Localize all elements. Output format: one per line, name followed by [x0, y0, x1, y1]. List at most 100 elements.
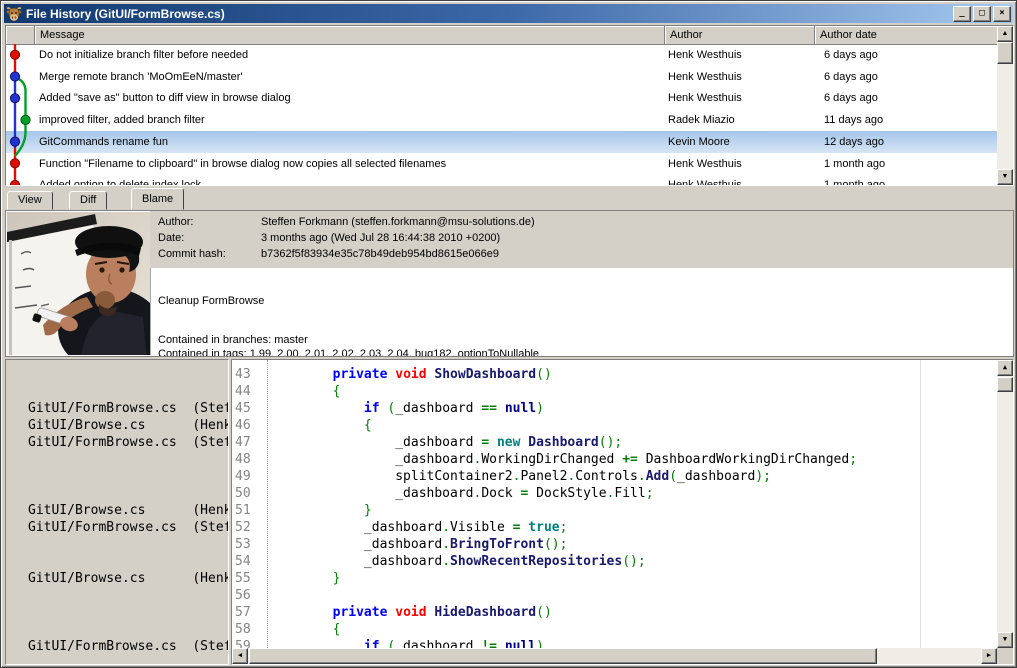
commit-message: Do not initialize branch filter before n…: [39, 44, 647, 66]
commit-message: Merge remote branch 'MoOmEeN/master': [39, 66, 647, 88]
list-header: Message Author Author date: [6, 26, 997, 45]
author-label: Author:: [158, 216, 261, 228]
code-hscroll-thumb[interactable]: [249, 648, 877, 664]
commit-date: 6 days ago: [824, 66, 984, 88]
line-number: 52: [235, 519, 265, 536]
blame-commit-row[interactable]: GitUI/FormBrowse.cs (Stef: [28, 638, 229, 655]
line-number: 45: [235, 400, 265, 417]
right-margin-guide: [920, 360, 921, 648]
column-header-message[interactable]: Message: [35, 26, 665, 44]
code-vscroll-thumb[interactable]: [997, 377, 1013, 392]
blame-commit-row[interactable]: GitUI/FormBrowse.cs (Stef: [28, 434, 229, 451]
hash-label: Commit hash:: [158, 248, 261, 260]
commit-row[interactable]: Function "Filename to clipboard" in brow…: [6, 153, 997, 175]
scroll-down-icon[interactable]: ▼: [997, 169, 1013, 185]
blue-commit-dot-icon: [10, 137, 19, 146]
commit-message: Added option to delete index.lock: [39, 174, 647, 185]
blame-commit-row[interactable]: GitUI/Browse.cs (Henk: [28, 417, 229, 434]
blue-commit-dot-icon: [10, 72, 19, 81]
date-value: 3 months ago (Wed Jul 28 16:44:38 2010 +…: [261, 232, 500, 244]
commit-date: 1 month ago: [824, 153, 984, 175]
line-number: 47: [235, 434, 265, 451]
close-button[interactable]: ×: [993, 6, 1011, 22]
tab-diff[interactable]: Diff: [69, 191, 107, 210]
commit-row[interactable]: improved filter, added branch filterRade…: [6, 109, 997, 131]
contained-in-branches: Contained in branches: master: [158, 334, 308, 346]
commit-date: 1 month ago: [824, 174, 984, 185]
blame-commit-row[interactable]: GitUI/FormBrowse.cs (Stef: [28, 400, 229, 417]
tab-blame[interactable]: Blame: [131, 188, 184, 210]
line-number: 46: [235, 417, 265, 434]
commit-history-list: Message Author Author date Do not initia…: [5, 25, 1014, 186]
commit-date: 6 days ago: [824, 87, 984, 109]
hash-value: b7362f5f83934e35c78b49deb954bd8615e066e9: [261, 248, 499, 260]
commit-rows: Do not initialize branch filter before n…: [6, 44, 997, 185]
code-hscrollbar[interactable]: ◀ ▶: [232, 648, 997, 664]
commit-graph: [6, 44, 36, 186]
blame-commits-panel[interactable]: GitUI/FormBrowse.cs (StefGitUI/Browse.cs…: [5, 359, 229, 665]
scroll-up-icon[interactable]: ▲: [997, 26, 1013, 42]
minimize-button[interactable]: _: [953, 6, 971, 22]
commit-row[interactable]: GitCommands rename funKevin Moore12 days…: [6, 131, 997, 153]
scroll-down-icon[interactable]: ▼: [997, 632, 1013, 648]
line-number: 43: [235, 366, 265, 383]
red-commit-dot-icon: [10, 180, 19, 186]
blame-hash-row: Commit hash:b7362f5f83934e35c78b49deb954…: [158, 248, 499, 260]
code-line: 49 splitContainer2.Panel2.Controls.Add(_…: [232, 468, 997, 485]
red-commit-dot-icon: [10, 50, 19, 59]
blame-meta-band: Author:Steffen Forkmann (steffen.forkman…: [150, 211, 1013, 268]
file-history-window: File History (GitUI/FormBrowse.cs) _ □ ×…: [0, 0, 1017, 668]
column-header-author-date[interactable]: Author date: [815, 26, 999, 44]
scroll-up-icon[interactable]: ▲: [997, 360, 1013, 376]
line-number: 56: [235, 587, 265, 604]
commit-author: Henk Westhuis: [668, 153, 816, 175]
scroll-right-icon[interactable]: ▶: [981, 648, 997, 664]
column-header-author[interactable]: Author: [665, 26, 815, 44]
line-number: 58: [235, 621, 265, 638]
commit-list-vscrollbar[interactable]: ▲ ▼: [997, 26, 1013, 185]
line-number: 59: [235, 638, 265, 648]
code-line: 46 {: [232, 417, 997, 434]
line-number: 51: [235, 502, 265, 519]
titlebar[interactable]: File History (GitUI/FormBrowse.cs) _ □ ×: [4, 4, 1013, 23]
blame-info-panel: Author:Steffen Forkmann (steffen.forkman…: [5, 210, 1014, 357]
code-line: 51 }: [232, 502, 997, 519]
commit-row[interactable]: Added "save as" button to diff view in b…: [6, 87, 997, 109]
tab-strip: View Diff Blame: [5, 188, 1014, 210]
column-header-graph[interactable]: [6, 26, 35, 44]
scroll-left-icon[interactable]: ◀: [232, 648, 248, 664]
date-label: Date:: [158, 232, 261, 244]
code-line: 53 _dashboard.BringToFront();: [232, 536, 997, 553]
commit-author: Henk Westhuis: [668, 87, 816, 109]
code-line: 47 _dashboard = new Dashboard();: [232, 434, 997, 451]
code-line: 43 private void ShowDashboard(): [232, 366, 997, 383]
commit-author: Henk Westhuis: [668, 66, 816, 88]
code-line: 54 _dashboard.ShowRecentRepositories();: [232, 553, 997, 570]
blame-date-row: Date:3 months ago (Wed Jul 28 16:44:38 2…: [158, 232, 500, 244]
code-line: 44 {: [232, 383, 997, 400]
red-commit-dot-icon: [10, 159, 19, 168]
code-lines: 43 private void ShowDashboard()44 {45 if…: [232, 360, 997, 648]
commit-row[interactable]: Merge remote branch 'MoOmEeN/master' Henk…: [6, 66, 997, 88]
commit-row[interactable]: Do not initialize branch filter before n…: [6, 44, 997, 66]
commit-author: Henk Westhuis: [668, 174, 816, 185]
blame-commit-row[interactable]: GitUI/Browse.cs (Henk: [28, 502, 229, 519]
code-line: 55 }: [232, 570, 997, 587]
app-cow-icon: [6, 6, 22, 22]
maximize-button[interactable]: □: [973, 6, 991, 22]
code-vscrollbar[interactable]: ▲ ▼: [997, 360, 1013, 648]
author-photo: [7, 212, 151, 355]
commit-row[interactable]: Added option to delete index.lock Henk We…: [6, 174, 997, 185]
commit-summary: Cleanup FormBrowse: [158, 295, 264, 307]
vscroll-thumb[interactable]: [997, 42, 1013, 64]
code-line: 58 {: [232, 621, 997, 638]
blame-commit-row[interactable]: GitUI/FormBrowse.cs (Stef: [28, 519, 229, 536]
gutter-divider: [267, 360, 268, 648]
line-number: 44: [235, 383, 265, 400]
scrollbar-corner: [997, 648, 1013, 664]
tab-view[interactable]: View: [7, 191, 53, 210]
code-line: 50 _dashboard.Dock = DockStyle.Fill;: [232, 485, 997, 502]
blame-commit-row[interactable]: GitUI/Browse.cs (Henk: [28, 570, 229, 587]
blame-code-panel[interactable]: 43 private void ShowDashboard()44 {45 if…: [231, 359, 1014, 665]
line-number: 53: [235, 536, 265, 553]
